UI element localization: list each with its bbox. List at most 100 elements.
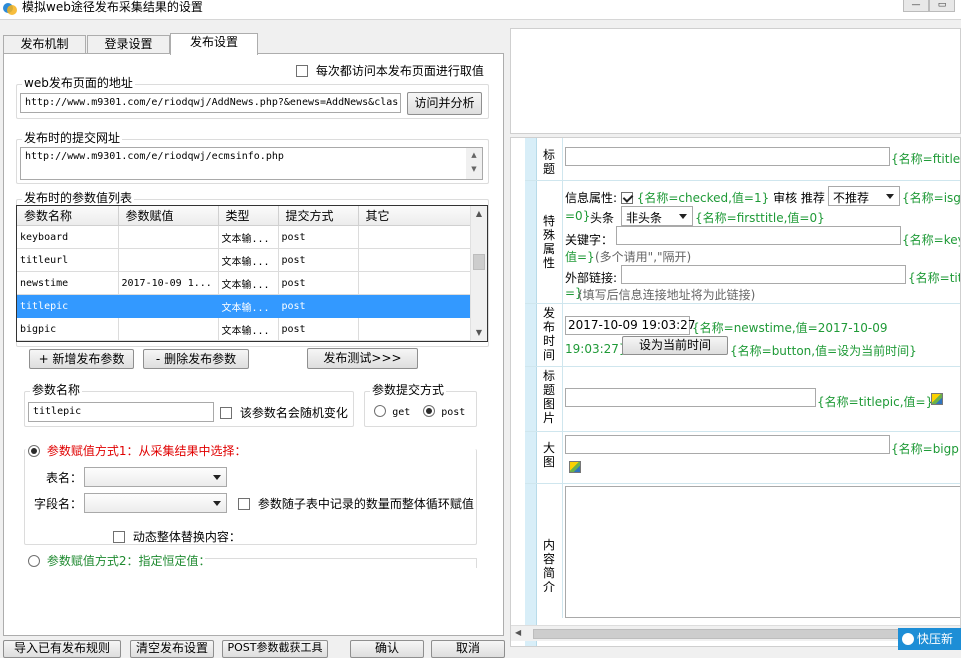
import-rules-button[interactable]: 导入已有发布规则 — [3, 640, 121, 658]
headline-label: 头条 — [590, 211, 615, 225]
title-tag: {名称=ftitle, — [891, 152, 961, 166]
preview-panel: 标题 {名称=ftitle, 特殊属性 信息属性: {名称=checked,值=… — [510, 137, 961, 647]
loop-assign-checkbox[interactable] — [238, 498, 250, 510]
title-input[interactable] — [565, 147, 890, 166]
tab-panel-publish-settings: 每次都访问本发布页面进行取值 web发布页面的地址 http://www.m93… — [3, 53, 504, 636]
revisit-option[interactable]: 每次都访问本发布页面进行取值 — [296, 62, 484, 79]
table-name-select[interactable] — [84, 467, 227, 487]
keyword-label: 关键字： — [565, 233, 614, 247]
cell-name: keyboard — [17, 225, 119, 249]
cell-value — [118, 225, 219, 249]
cell-other — [358, 317, 472, 341]
assign-mode2-group — [205, 558, 477, 568]
cell-method: post — [278, 294, 359, 318]
tab-login-settings[interactable]: 登录设置 — [87, 35, 170, 54]
headline-select[interactable]: 非头条 — [621, 206, 693, 226]
method-get-option[interactable]: get — [374, 405, 410, 418]
submit-url-scrollbar[interactable]: ▲ ▼ — [466, 148, 482, 179]
table-row[interactable]: keyboard 文本输... post — [17, 225, 472, 249]
assign-mode2-option[interactable]: 参数赋值方式2：指定恒定值： — [28, 552, 210, 569]
cell-type: 文本输... — [218, 271, 279, 295]
cell-name: bigpic — [17, 317, 119, 341]
table-row[interactable]: newstime 2017-10-09 1... 文本输... post — [17, 271, 472, 295]
column-header-other[interactable]: 其它 — [358, 206, 472, 226]
random-name-option[interactable]: 该参数名会随机变化 — [220, 404, 348, 421]
method-post-option[interactable]: post — [423, 405, 465, 418]
assign-mode2-radio[interactable] — [28, 555, 40, 567]
loop-assign-option[interactable]: 参数随子表中记录的数量而整体循环赋值 — [238, 495, 474, 512]
param-table-scrollbar[interactable]: ▲ ▼ — [470, 206, 487, 341]
maximize-button[interactable]: ▭ — [929, 0, 955, 12]
param-name-input[interactable]: titlepic — [28, 402, 214, 422]
hscroll-thumb[interactable] — [533, 629, 958, 639]
delete-param-button[interactable]: - 删除发布参数 — [143, 349, 249, 369]
cell-name: titlepic — [17, 294, 119, 318]
window-title: 模拟web途径发布采集结果的设置 — [22, 0, 203, 14]
confirm-button[interactable]: 确认 — [350, 640, 424, 658]
post-capture-tool-button[interactable]: POST参数截获工具 — [222, 640, 328, 658]
param-table[interactable]: 参数名称 参数赋值 类型 提交方式 其它 keyboard 文本输... pos… — [16, 205, 488, 342]
analyze-button[interactable]: 访问并分析 — [407, 92, 482, 115]
method-post-label: post — [441, 407, 466, 418]
big-pic-input[interactable] — [565, 435, 890, 454]
cell-method: post — [278, 225, 359, 249]
scroll-thumb[interactable] — [473, 254, 485, 270]
column-header-value[interactable]: 参数赋值 — [118, 206, 219, 226]
row-special-label: 特殊属性 — [542, 214, 555, 270]
keyword-hint: (多个请用","隔开) — [595, 250, 692, 264]
cell-value — [118, 294, 219, 318]
submit-url-group-label: 发布时的提交网址 — [22, 131, 123, 145]
publish-url-input[interactable]: http://www.m9301.com/e/riodqwj/AddNews.p… — [20, 93, 401, 113]
audit-checkbox[interactable] — [620, 192, 633, 204]
keyword-input[interactable] — [616, 226, 901, 245]
big-pic-upload-icon[interactable] — [569, 461, 581, 473]
publish-test-button[interactable]: 发布测试>>> — [307, 348, 418, 369]
summary-textarea[interactable] — [565, 486, 960, 618]
title-pic-input[interactable] — [565, 388, 816, 407]
preview-hscrollbar[interactable]: ◀ — [511, 625, 960, 641]
info-attr-label: 信息属性: — [565, 191, 618, 205]
recommend-label: 推荐 — [800, 191, 825, 205]
external-link-input[interactable] — [621, 265, 906, 284]
minimize-button[interactable]: — — [903, 0, 929, 12]
table-row[interactable]: bigpic 文本输... post — [17, 317, 472, 341]
field-name-select[interactable] — [84, 493, 227, 513]
publish-time-input[interactable]: 2017-10-09 19:03:27 — [565, 316, 695, 335]
cancel-button[interactable]: 取消 — [431, 640, 505, 658]
tab-publish-settings[interactable]: 发布设置 — [170, 33, 258, 55]
method-get-radio[interactable] — [374, 405, 386, 417]
method-get-label: get — [392, 407, 411, 418]
bigpic-tag: {名称=bigpic — [891, 442, 960, 456]
param-name-group-label: 参数名称 — [30, 383, 83, 397]
row-big-pic-label: 大图 — [542, 441, 555, 469]
headline-value: 非头条 — [626, 211, 663, 225]
firsttitle-tag: {名称=firsttitle,值=0} — [695, 211, 825, 225]
clear-settings-button[interactable]: 清空发布设置 — [130, 640, 214, 658]
cell-method: post — [278, 317, 359, 341]
column-header-method[interactable]: 提交方式 — [278, 206, 359, 226]
dynamic-replace-option[interactable]: 动态整体替换内容： — [113, 528, 241, 545]
dynamic-replace-checkbox[interactable] — [113, 531, 125, 543]
tray-notification[interactable]: 快压新 — [898, 628, 961, 650]
title-pic-upload-icon[interactable] — [931, 393, 943, 405]
table-row[interactable]: titleurl 文本输... post — [17, 248, 472, 272]
revisit-checkbox[interactable] — [296, 65, 308, 77]
recommend-select[interactable]: 不推荐 — [828, 186, 900, 206]
random-name-checkbox[interactable] — [220, 407, 232, 419]
scroll-up-icon[interactable]: ▲ — [471, 206, 487, 222]
set-current-time-button[interactable]: 设为当前时间 — [622, 336, 728, 355]
isgood-tag-2: =0} — [565, 209, 591, 223]
submit-method-group-label: 参数提交方式 — [370, 383, 447, 397]
submit-url-input[interactable]: http://www.m9301.com/e/riodqwj/ecmsinfo.… — [20, 147, 483, 180]
column-header-type[interactable]: 类型 — [218, 206, 279, 226]
cell-name: newstime — [17, 271, 119, 295]
table-row-selected[interactable]: titlepic 文本输... post — [17, 294, 472, 318]
add-param-button[interactable]: + 新增发布参数 — [29, 349, 134, 369]
tab-publish-mechanism[interactable]: 发布机制 — [3, 35, 86, 54]
method-post-radio[interactable] — [423, 405, 435, 417]
column-header-name[interactable]: 参数名称 — [17, 206, 119, 226]
scroll-left-icon[interactable]: ◀ — [515, 628, 521, 637]
cell-value — [118, 248, 219, 272]
scroll-down-icon[interactable]: ▼ — [471, 325, 487, 341]
field-name-label: 字段名： — [34, 497, 83, 511]
